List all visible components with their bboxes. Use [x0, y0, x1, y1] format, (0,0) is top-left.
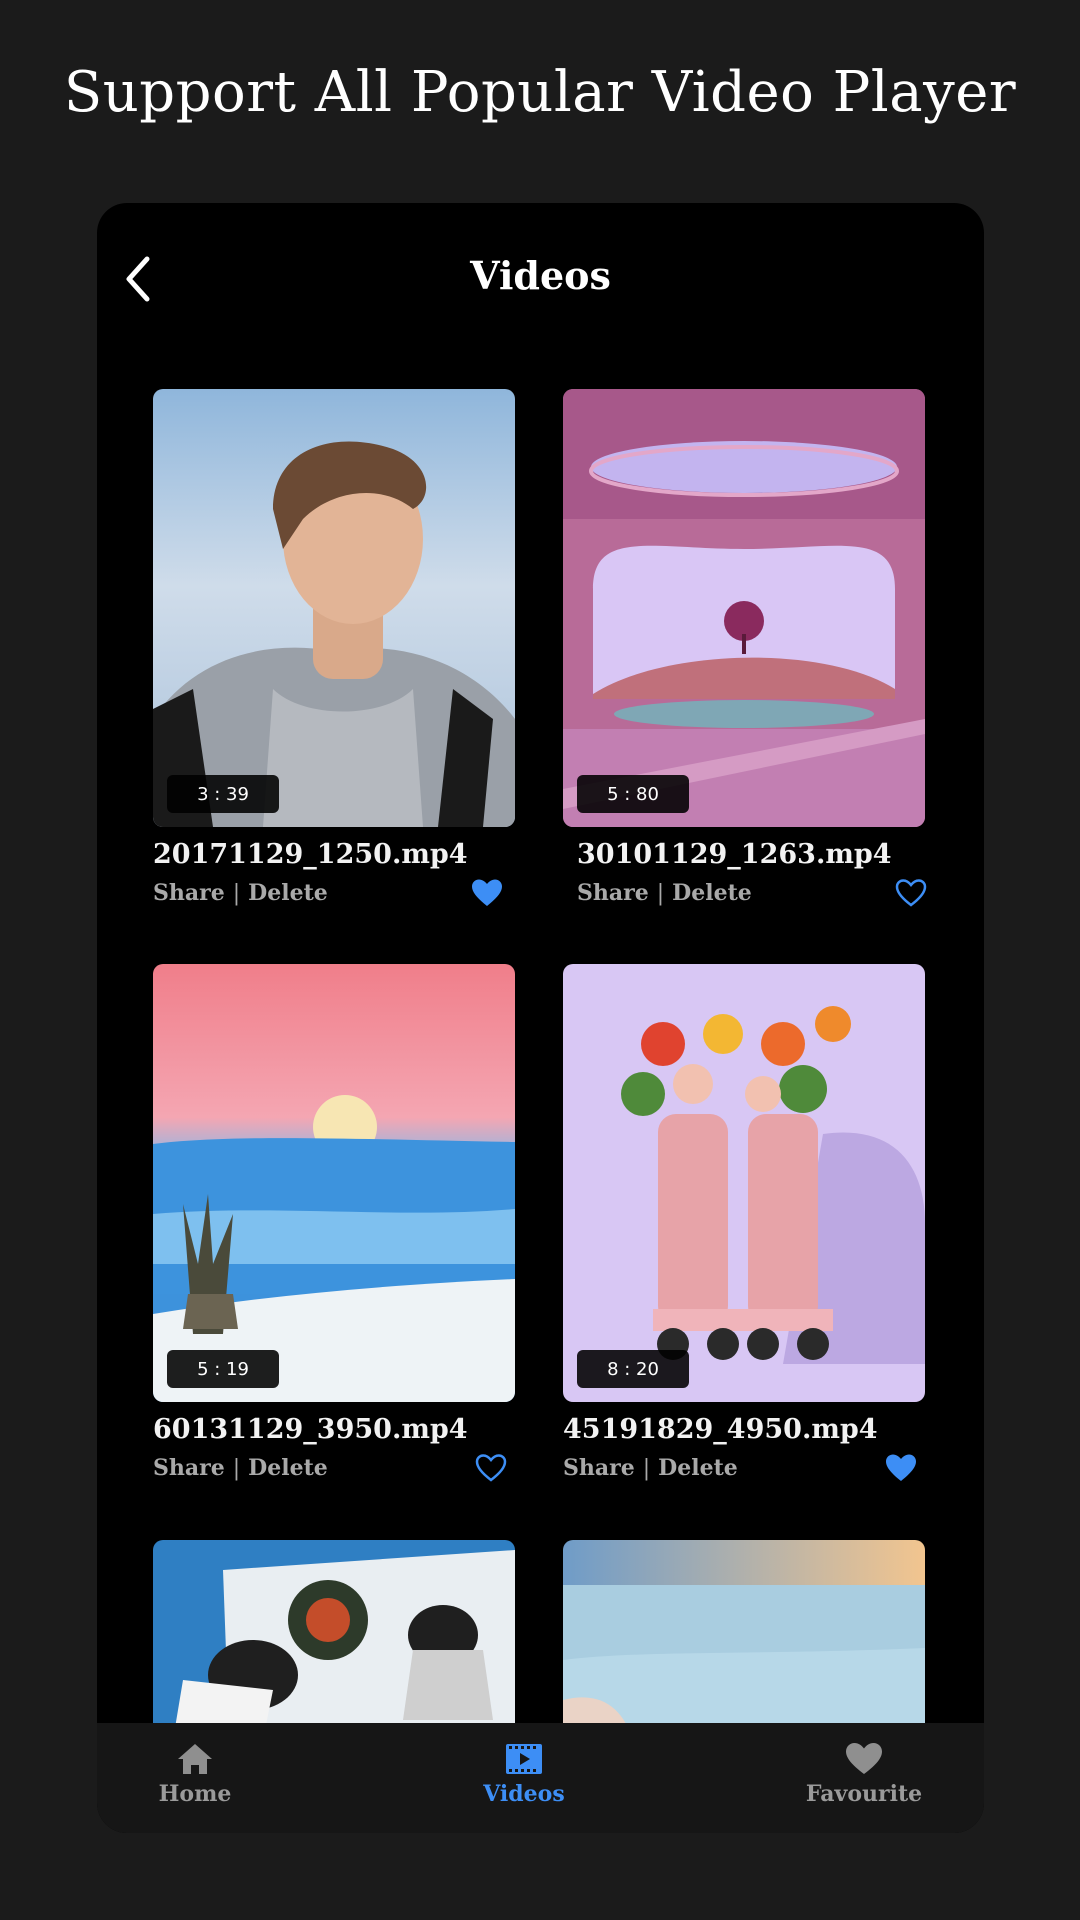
video-card[interactable]: 5 : 80 30101129_1263.mp4 Share | Delete — [563, 389, 927, 912]
delete-link[interactable]: Delete — [248, 880, 328, 906]
share-link[interactable]: Share — [563, 1455, 635, 1481]
video-card[interactable]: 5 : 19 60131129_3950.mp4 Share | Delete — [153, 964, 515, 1487]
nav-videos[interactable]: Videos — [434, 1741, 614, 1807]
separator: | — [642, 1456, 651, 1481]
video-card[interactable]: 8 : 20 45191829_4950.mp4 Share | Delete — [563, 964, 925, 1487]
nav-videos-label: Videos — [483, 1781, 565, 1807]
video-thumbnail[interactable]: 8 : 20 — [563, 964, 925, 1402]
separator: | — [232, 1456, 241, 1481]
video-thumbnail[interactable]: 5 : 19 — [153, 964, 515, 1402]
separator: | — [232, 881, 241, 906]
heart-filled-icon[interactable] — [471, 878, 503, 908]
top-bar: Videos — [97, 203, 984, 348]
page-title: Videos — [470, 253, 611, 298]
video-icon — [506, 1744, 542, 1774]
duration-badge: 5 : 19 — [167, 1350, 279, 1388]
heart-icon — [846, 1743, 882, 1774]
heart-outline-icon[interactable] — [895, 878, 927, 908]
duration-badge: 8 : 20 — [577, 1350, 689, 1388]
heart-filled-icon[interactable] — [885, 1453, 917, 1483]
home-icon — [178, 1744, 212, 1774]
bottom-navigation: Home Videos Favourite — [97, 1723, 984, 1833]
video-filename: 30101129_1263.mp4 — [577, 839, 892, 870]
nav-home-label: Home — [158, 1781, 232, 1807]
nav-home[interactable]: Home — [105, 1741, 285, 1807]
delete-link[interactable]: Delete — [658, 1455, 738, 1481]
share-link[interactable]: Share — [153, 1455, 225, 1481]
nav-favourite-label: Favourite — [805, 1781, 923, 1807]
delete-link[interactable]: Delete — [248, 1455, 328, 1481]
duration-badge: 5 : 80 — [577, 775, 689, 813]
video-thumbnail[interactable]: 5 : 80 — [563, 389, 925, 827]
video-actions: Share | Delete — [563, 878, 927, 912]
video-actions: Share | Delete — [153, 878, 515, 912]
video-filename: 60131129_3950.mp4 — [153, 1414, 468, 1445]
video-actions: Share | Delete — [153, 1453, 515, 1487]
video-thumbnail[interactable]: 3 : 39 — [153, 389, 515, 827]
separator: | — [656, 881, 665, 906]
video-filename: 20171129_1250.mp4 — [153, 839, 468, 870]
heart-outline-icon[interactable] — [475, 1453, 507, 1483]
phone-screen: Videos 3 : 39 20171129_1250.mp4 Share | … — [97, 203, 984, 1833]
duration-badge: 3 : 39 — [167, 775, 279, 813]
video-actions: Share | Delete — [563, 1453, 925, 1487]
video-filename: 45191829_4950.mp4 — [563, 1414, 878, 1445]
nav-favourite[interactable]: Favourite — [774, 1741, 954, 1807]
page-headline: Support All Popular Video Player — [63, 60, 1017, 125]
share-link[interactable]: Share — [577, 880, 649, 906]
delete-link[interactable]: Delete — [672, 880, 752, 906]
share-link[interactable]: Share — [153, 880, 225, 906]
video-card[interactable]: 3 : 39 20171129_1250.mp4 Share | Delete — [153, 389, 515, 912]
